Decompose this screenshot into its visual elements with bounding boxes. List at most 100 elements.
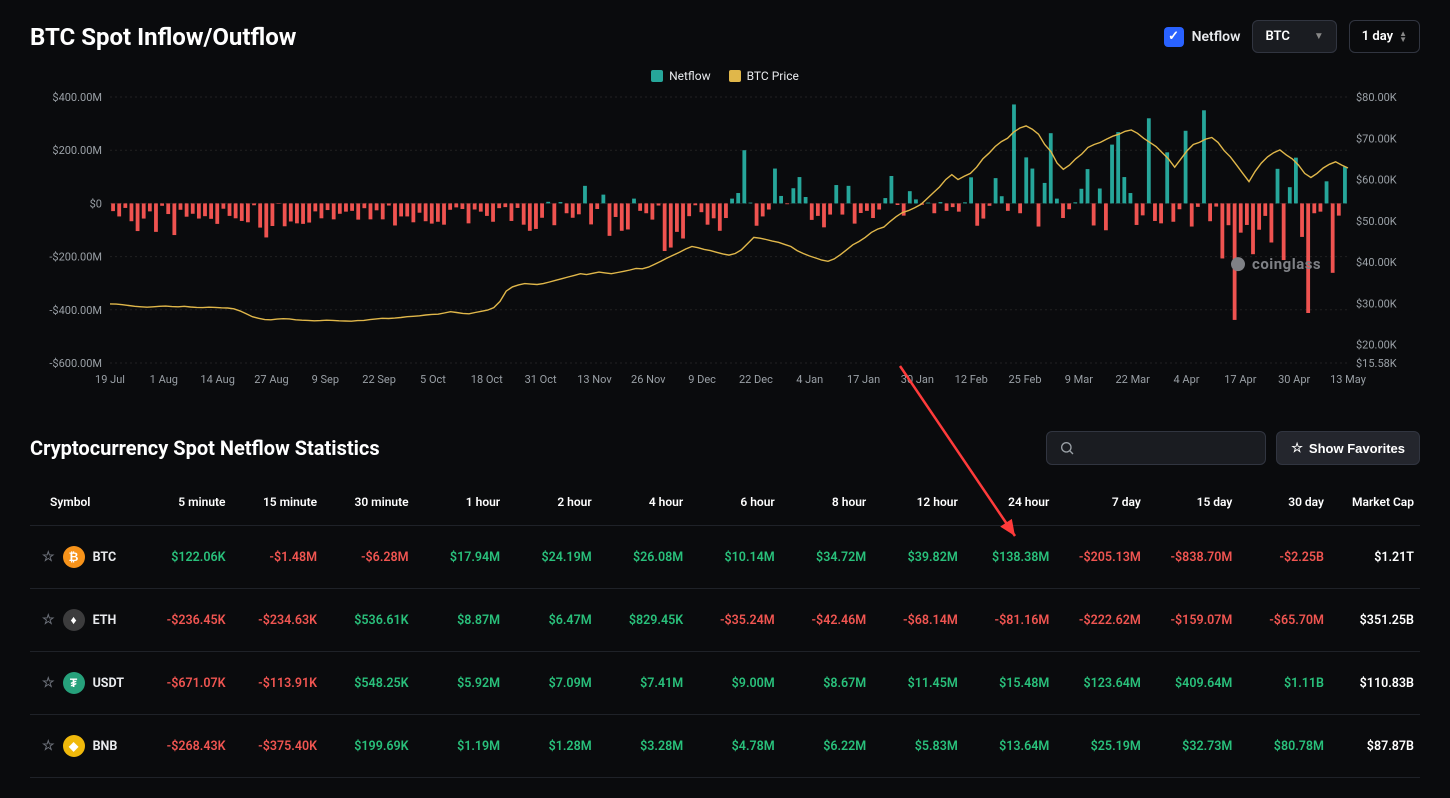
favorite-star-icon[interactable]: ☆ bbox=[42, 738, 55, 754]
table-row[interactable]: ☆₮USDT-$671.07K-$113.91K$548.25K$5.92M$7… bbox=[30, 652, 1420, 715]
value-cell: -$205.13M bbox=[1055, 526, 1147, 589]
value-cell: $13.64M bbox=[964, 715, 1056, 778]
favorite-star-icon[interactable]: ☆ bbox=[42, 549, 55, 565]
col-header[interactable]: 15 minute bbox=[232, 479, 324, 526]
col-header[interactable]: Symbol bbox=[30, 479, 140, 526]
value-cell: -$35.24M bbox=[689, 589, 781, 652]
svg-text:$80.00K: $80.00K bbox=[1356, 91, 1397, 104]
legend-price[interactable]: BTC Price bbox=[729, 69, 799, 83]
svg-text:4 Apr: 4 Apr bbox=[1174, 373, 1200, 386]
check-icon: ✓ bbox=[1164, 27, 1184, 47]
svg-text:31 Oct: 31 Oct bbox=[525, 373, 557, 386]
svg-text:$50.00K: $50.00K bbox=[1356, 215, 1397, 228]
favorite-star-icon[interactable]: ☆ bbox=[42, 612, 55, 628]
value-cell: $7.41M bbox=[598, 652, 690, 715]
svg-text:12 Feb: 12 Feb bbox=[955, 373, 988, 386]
value-cell: $123.64M bbox=[1055, 652, 1147, 715]
page-title: BTC Spot Inflow/Outflow bbox=[30, 23, 296, 51]
svg-text:18 Oct: 18 Oct bbox=[471, 373, 503, 386]
coin-icon: ₮ bbox=[63, 672, 85, 694]
value-cell: $536.61K bbox=[323, 589, 415, 652]
table-row[interactable]: ☆♦ETH-$236.45K-$234.63K$536.61K$8.87M$6.… bbox=[30, 589, 1420, 652]
col-header[interactable]: 30 minute bbox=[323, 479, 415, 526]
coin-icon: ♦ bbox=[63, 609, 85, 631]
coin-icon: ₿ bbox=[63, 546, 85, 568]
col-header[interactable]: 2 hour bbox=[506, 479, 598, 526]
col-header[interactable]: 12 hour bbox=[872, 479, 964, 526]
col-header[interactable]: 24 hour bbox=[964, 479, 1056, 526]
svg-text:14 Aug: 14 Aug bbox=[200, 373, 234, 386]
svg-text:9 Dec: 9 Dec bbox=[688, 373, 716, 386]
col-header[interactable]: 15 day bbox=[1147, 479, 1239, 526]
svg-text:$0: $0 bbox=[90, 197, 102, 210]
svg-text:$70.00K: $70.00K bbox=[1356, 132, 1397, 145]
spot-inflow-outflow-chart[interactable]: $400.00M$200.00M$0-$200.00M-$400.00M-$60… bbox=[30, 91, 1420, 391]
value-cell: -$42.46M bbox=[781, 589, 873, 652]
legend-netflow[interactable]: Netflow bbox=[651, 69, 711, 83]
legend-price-label: BTC Price bbox=[747, 69, 799, 83]
col-header[interactable]: 30 day bbox=[1238, 479, 1330, 526]
symbol-label: BTC bbox=[93, 550, 117, 565]
value-cell: $829.45K bbox=[598, 589, 690, 652]
svg-text:30 Jan: 30 Jan bbox=[901, 373, 934, 386]
currency-select[interactable]: BTC ▼ bbox=[1252, 20, 1336, 53]
chevron-down-icon: ▼ bbox=[1314, 31, 1324, 42]
value-cell: -$81.16M bbox=[964, 589, 1056, 652]
col-header[interactable]: 5 minute bbox=[140, 479, 232, 526]
value-cell: -$159.07M bbox=[1147, 589, 1239, 652]
symbol-label: BNB bbox=[93, 739, 118, 754]
value-cell: $15.48M bbox=[964, 652, 1056, 715]
show-favorites-button[interactable]: ☆ Show Favorites bbox=[1276, 431, 1420, 465]
coin-icon: ◆ bbox=[63, 735, 85, 757]
value-cell: -$113.91K bbox=[232, 652, 324, 715]
value-cell: -$375.40K bbox=[232, 715, 324, 778]
value-cell: $122.06K bbox=[140, 526, 232, 589]
value-cell: $32.73M bbox=[1147, 715, 1239, 778]
search-input[interactable] bbox=[1046, 431, 1266, 465]
stats-title: Cryptocurrency Spot Netflow Statistics bbox=[30, 436, 380, 460]
value-cell: $3.28M bbox=[598, 715, 690, 778]
svg-text:30 Apr: 30 Apr bbox=[1278, 373, 1310, 386]
col-header[interactable]: 1 hour bbox=[415, 479, 507, 526]
col-header[interactable]: Market Cap bbox=[1330, 479, 1420, 526]
square-icon bbox=[651, 70, 663, 82]
svg-text:22 Dec: 22 Dec bbox=[739, 373, 773, 386]
svg-text:13 Nov: 13 Nov bbox=[577, 373, 612, 386]
svg-text:25 Feb: 25 Feb bbox=[1009, 373, 1042, 386]
col-header[interactable]: 7 day bbox=[1055, 479, 1147, 526]
value-cell: $24.19M bbox=[506, 526, 598, 589]
netflow-checkbox-label: Netflow bbox=[1192, 29, 1241, 45]
svg-text:$15.58K: $15.58K bbox=[1356, 357, 1397, 370]
value-cell: -$236.45K bbox=[140, 589, 232, 652]
value-cell: $9.00M bbox=[689, 652, 781, 715]
svg-text:-$200.00M: -$200.00M bbox=[49, 251, 102, 264]
period-select[interactable]: 1 day ▲▼ bbox=[1349, 20, 1420, 53]
value-cell: -$268.43K bbox=[140, 715, 232, 778]
value-cell: $1.21T bbox=[1330, 526, 1420, 589]
svg-text:$30.00K: $30.00K bbox=[1356, 297, 1397, 310]
svg-text:22 Sep: 22 Sep bbox=[362, 373, 396, 386]
svg-text:1 Aug: 1 Aug bbox=[150, 373, 178, 386]
value-cell: -$2.25B bbox=[1238, 526, 1330, 589]
value-cell: -$68.14M bbox=[872, 589, 964, 652]
svg-text:17 Jan: 17 Jan bbox=[847, 373, 880, 386]
value-cell: $10.14M bbox=[689, 526, 781, 589]
value-cell: $8.67M bbox=[781, 652, 873, 715]
chart-legend: Netflow BTC Price bbox=[30, 69, 1420, 83]
value-cell: $34.72M bbox=[781, 526, 873, 589]
col-header[interactable]: 6 hour bbox=[689, 479, 781, 526]
table-row[interactable]: ☆◆BNB-$268.43K-$375.40K$199.69K$1.19M$1.… bbox=[30, 715, 1420, 778]
col-header[interactable]: 8 hour bbox=[781, 479, 873, 526]
svg-text:9 Sep: 9 Sep bbox=[312, 373, 339, 386]
svg-text:$400.00M: $400.00M bbox=[52, 91, 102, 104]
col-header[interactable]: 4 hour bbox=[598, 479, 690, 526]
netflow-checkbox[interactable]: ✓ Netflow bbox=[1164, 27, 1241, 47]
svg-text:$60.00K: $60.00K bbox=[1356, 174, 1397, 187]
value-cell: $80.78M bbox=[1238, 715, 1330, 778]
svg-text:5 Oct: 5 Oct bbox=[420, 373, 446, 386]
value-cell: $1.11B bbox=[1238, 652, 1330, 715]
svg-text:9 Mar: 9 Mar bbox=[1065, 373, 1093, 386]
favorite-star-icon[interactable]: ☆ bbox=[42, 675, 55, 691]
table-row[interactable]: ☆₿BTC$122.06K-$1.48M-$6.28M$17.94M$24.19… bbox=[30, 526, 1420, 589]
svg-text:26 Nov: 26 Nov bbox=[631, 373, 666, 386]
